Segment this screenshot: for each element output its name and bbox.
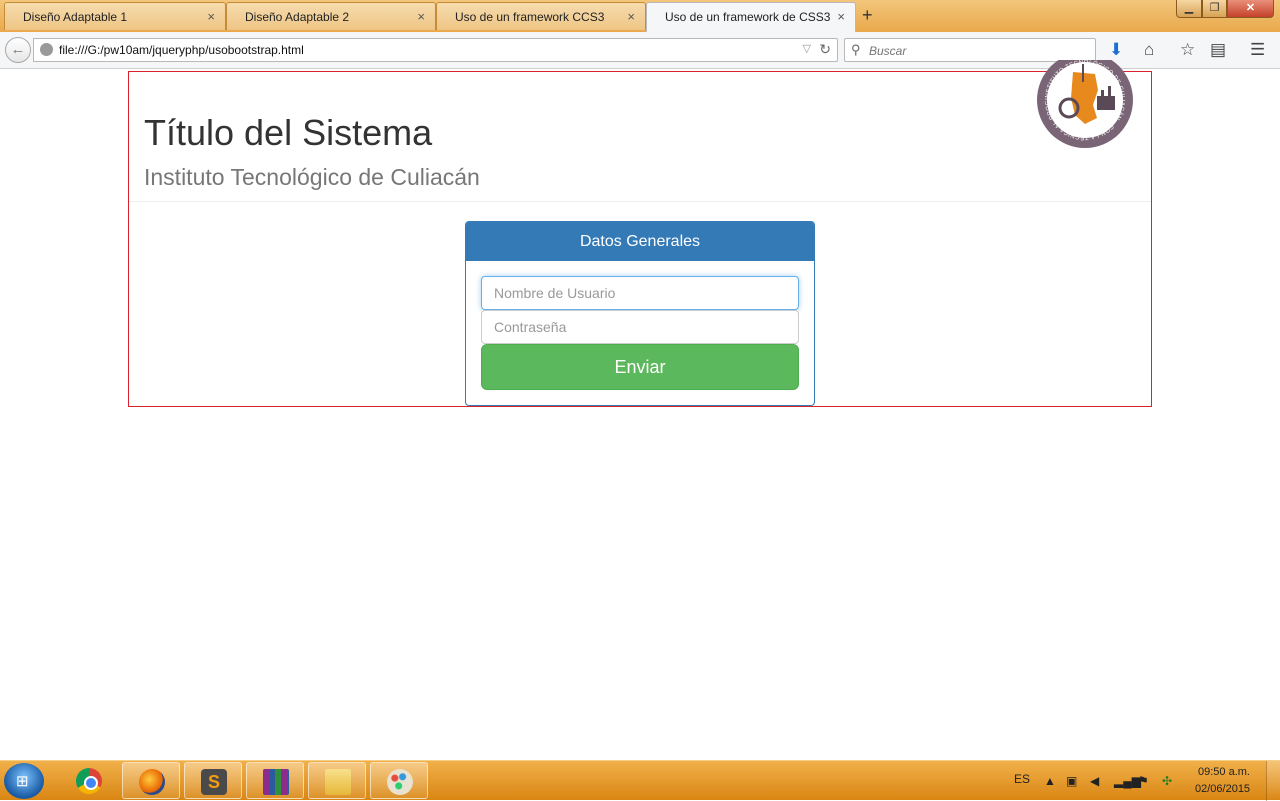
show-hidden-icons-icon[interactable]: ▲ <box>1044 774 1056 788</box>
tab-framework-ccs3[interactable]: Uso de un framework CCS3 × <box>436 2 646 30</box>
paint-palette-icon <box>387 769 413 795</box>
username-input[interactable] <box>481 276 799 310</box>
windows-logo-icon: ⊞ <box>16 773 29 790</box>
minimize-window-button[interactable]: ▁ <box>1176 0 1202 18</box>
downloads-icon[interactable]: ⬇ <box>1109 40 1123 60</box>
back-button[interactable]: ← <box>5 37 31 63</box>
search-icon: ⚲ <box>851 42 861 57</box>
menu-icon[interactable]: ☰ <box>1250 40 1265 60</box>
signal-icon[interactable]: ▂▄▆ <box>1114 774 1141 788</box>
browser-title-bar: Diseño Adaptable 1 × Diseño Adaptable 2 … <box>0 0 1280 32</box>
winrar-icon <box>263 769 289 795</box>
page-title: Título del Sistema <box>144 112 433 153</box>
address-bar[interactable]: file:///G:/pw10am/jqueryphp/usobootstrap… <box>33 38 838 62</box>
firefox-taskbar-button[interactable] <box>122 762 180 799</box>
windows-taskbar: ⊞ S ES ▲ ▣ ◀ ▂▄▆ ⚑ ✣ 09:50 a.m. 02/06/20… <box>0 760 1280 801</box>
panel-heading: Datos Generales <box>466 222 814 261</box>
home-icon[interactable]: ⌂ <box>1144 40 1154 60</box>
folder-icon <box>325 769 351 795</box>
network-icon[interactable]: ✣ <box>1162 774 1172 788</box>
maximize-window-button[interactable]: ❐ <box>1202 0 1227 18</box>
bookmark-star-icon[interactable]: ☆ <box>1180 40 1195 60</box>
reading-list-icon[interactable]: ▤ <box>1210 40 1226 60</box>
url-text[interactable]: file:///G:/pw10am/jqueryphp/usobootstrap… <box>59 43 304 57</box>
tab-diseno-adaptable-2[interactable]: Diseño Adaptable 2 × <box>226 2 436 30</box>
close-tab-icon[interactable]: × <box>837 9 845 24</box>
flag-icon[interactable]: ⚑ <box>1138 774 1149 788</box>
close-window-button[interactable]: ✕ <box>1227 0 1274 18</box>
clock-time[interactable]: 09:50 a.m. <box>1198 766 1250 778</box>
page-header: Título del Sistema Instituto Tecnológico… <box>129 72 1151 202</box>
tab-label: Diseño Adaptable 1 <box>23 10 128 24</box>
start-button[interactable]: ⊞ <box>4 763 44 799</box>
show-desktop-button[interactable] <box>1266 761 1280 801</box>
clock-date[interactable]: 02/06/2015 <box>1195 783 1250 795</box>
password-input[interactable] <box>481 310 799 344</box>
search-input[interactable] <box>867 41 1091 61</box>
winrar-taskbar-button[interactable] <box>246 762 304 799</box>
sublime-text-icon: S <box>201 769 227 795</box>
globe-icon <box>40 43 53 56</box>
submit-button[interactable]: Enviar <box>481 344 799 390</box>
page-container: Título del Sistema Instituto Tecnológico… <box>128 60 1152 407</box>
chrome-taskbar-button[interactable] <box>60 762 118 799</box>
volume-muted-icon[interactable]: ◀ <box>1090 774 1099 788</box>
tab-diseno-adaptable-1[interactable]: Diseño Adaptable 1 × <box>4 2 226 30</box>
close-tab-icon[interactable]: × <box>417 9 425 24</box>
institute-logo: INSTITUTO TECNOLÓGICO DE CULIACÁN · CON … <box>1035 60 1133 148</box>
search-bar[interactable]: ⚲ <box>844 38 1096 62</box>
firefox-icon <box>139 769 165 795</box>
reload-icon[interactable]: ↻ <box>819 41 831 58</box>
close-tab-icon[interactable]: × <box>627 9 635 24</box>
page-subtitle: Instituto Tecnológico de Culiacán <box>144 164 480 190</box>
tab-label: Uso de un framework CCS3 <box>455 10 605 24</box>
tab-label: Uso de un framework de CSS3 <box>665 10 831 24</box>
language-indicator[interactable]: ES <box>1014 772 1030 786</box>
history-dropdown-icon[interactable]: ▽ <box>803 42 811 55</box>
chrome-center-icon <box>84 776 98 790</box>
new-tab-button[interactable]: + <box>862 5 873 26</box>
paint-taskbar-button[interactable] <box>370 762 428 799</box>
close-tab-icon[interactable]: × <box>207 9 215 24</box>
login-panel: Datos Generales Enviar <box>465 221 815 406</box>
arrow-left-icon: ← <box>10 41 26 58</box>
file-explorer-taskbar-button[interactable] <box>308 762 366 799</box>
device-icon[interactable]: ▣ <box>1066 774 1077 788</box>
tab-label: Diseño Adaptable 2 <box>245 10 350 24</box>
tab-framework-css3-active[interactable]: Uso de un framework de CSS3 × <box>646 2 856 32</box>
sublime-text-taskbar-button[interactable]: S <box>184 762 242 799</box>
